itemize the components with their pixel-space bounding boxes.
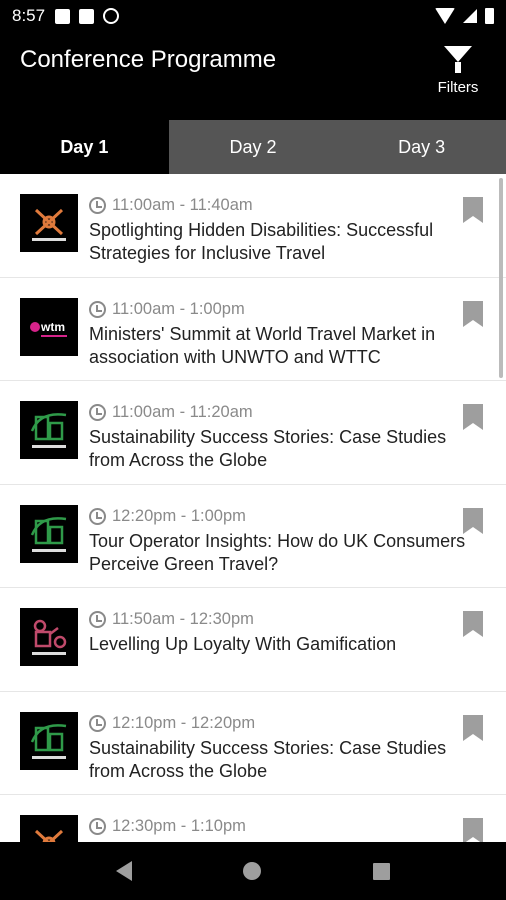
- signal-icon: [463, 9, 477, 23]
- message-icon: [55, 8, 71, 24]
- session-time: 11:00am - 11:40am: [89, 196, 253, 215]
- back-icon[interactable]: [115, 861, 132, 881]
- battery-icon: [485, 8, 494, 24]
- filters-label: Filters: [437, 79, 479, 96]
- list-item[interactable]: 12:10pm - 12:20pm Sustainability Success…: [0, 692, 506, 795]
- session-time: 11:00am - 1:00pm: [89, 300, 245, 319]
- session-time-label: 11:00am - 11:20am: [112, 403, 253, 421]
- bookmark-icon[interactable]: [462, 610, 484, 638]
- bookmark-icon[interactable]: [462, 196, 484, 224]
- bookmark-icon[interactable]: [462, 300, 484, 328]
- page-title: Conference Programme: [20, 46, 277, 73]
- clock-icon: [89, 818, 106, 835]
- session-title: Levelling Up Loyalty With Gamification: [89, 634, 397, 654]
- clock-icon: [89, 300, 106, 318]
- track-thumbnail: [20, 504, 78, 563]
- data-saver-icon: [103, 8, 120, 24]
- track-thumbnail: [20, 815, 78, 842]
- system-icons: [435, 8, 494, 24]
- clock-icon: [89, 714, 106, 732]
- session-title: Ministers' Summit at World Travel Market…: [89, 323, 436, 367]
- session-title: Spotlighting Hidden Disabilities: Succes…: [89, 220, 434, 263]
- session-time-label: 11:00am - 1:00pm: [112, 299, 245, 318]
- track-thumbnail: [20, 608, 78, 666]
- clock-icon: [89, 197, 106, 214]
- tab-day-2[interactable]: Day 2: [169, 120, 338, 174]
- recents-icon[interactable]: [373, 862, 391, 880]
- notification-icons: [55, 8, 120, 24]
- session-time-label: 11:00am - 11:40am: [112, 196, 253, 214]
- session-title: Tour Operator Insights: How do UK Consum…: [89, 530, 466, 574]
- session-time: 11:00am - 11:20am: [89, 403, 253, 422]
- session-time: 12:20pm - 1:00pm: [89, 507, 246, 526]
- session-time-label: 12:30pm - 1:10pm: [112, 817, 246, 835]
- sim-card-icon: [79, 8, 95, 24]
- list-item[interactable]: wtm 11:00am - 1:00pm Ministers' Summit a…: [0, 278, 506, 381]
- status-time: 8:57: [12, 6, 46, 25]
- day-tabs: Day 1 Day 2 Day 3: [0, 120, 506, 174]
- tab-day-3[interactable]: Day 3: [337, 120, 506, 174]
- session-list[interactable]: 11:00am - 11:40am Spotlighting Hidden Di…: [0, 174, 506, 842]
- clock-icon: [89, 611, 106, 628]
- bookmark-icon[interactable]: [462, 714, 484, 742]
- clock-icon: [89, 507, 106, 525]
- wifi-icon: [435, 8, 455, 24]
- session-time: 12:10pm - 12:20pm: [89, 714, 255, 733]
- filter-icon: [444, 46, 472, 62]
- session-time-label: 11:50am - 12:30pm: [112, 610, 254, 628]
- track-thumbnail: [20, 711, 78, 770]
- status-bar: 8:57: [0, 0, 506, 32]
- bookmark-icon[interactable]: [462, 817, 484, 842]
- filters-button[interactable]: Filters: [428, 46, 488, 96]
- track-thumbnail: [20, 401, 78, 459]
- scrollbar[interactable]: [499, 178, 503, 378]
- svg-text:wtm: wtm: [40, 320, 65, 334]
- clock-icon: [89, 404, 106, 421]
- track-thumbnail: wtm: [20, 297, 78, 356]
- track-thumbnail: [20, 194, 78, 252]
- home-icon[interactable]: [243, 862, 262, 880]
- session-title: Sustainability Success Stories: Case Stu…: [89, 427, 447, 470]
- session-time: 11:50am - 12:30pm: [89, 610, 254, 629]
- session-time-label: 12:20pm - 1:00pm: [112, 506, 246, 525]
- list-item[interactable]: 11:50am - 12:30pm Levelling Up Loyalty W…: [0, 588, 506, 692]
- app-bar: Conference Programme Filters: [0, 32, 506, 120]
- list-item[interactable]: 11:00am - 11:20am Sustainability Success…: [0, 381, 506, 485]
- list-item[interactable]: 12:20pm - 1:00pm Tour Operator Insights:…: [0, 485, 506, 588]
- bookmark-icon[interactable]: [462, 507, 484, 535]
- list-item[interactable]: 12:30pm - 1:10pm: [0, 795, 506, 842]
- session-time: 12:30pm - 1:10pm: [89, 817, 246, 836]
- session-title: Sustainability Success Stories: Case Stu…: [89, 737, 447, 781]
- session-time-label: 12:10pm - 12:20pm: [112, 713, 256, 732]
- list-item[interactable]: 11:00am - 11:40am Spotlighting Hidden Di…: [0, 174, 506, 278]
- navigation-bar: [0, 842, 506, 900]
- tab-day-1[interactable]: Day 1: [0, 120, 169, 174]
- bookmark-icon[interactable]: [462, 403, 484, 431]
